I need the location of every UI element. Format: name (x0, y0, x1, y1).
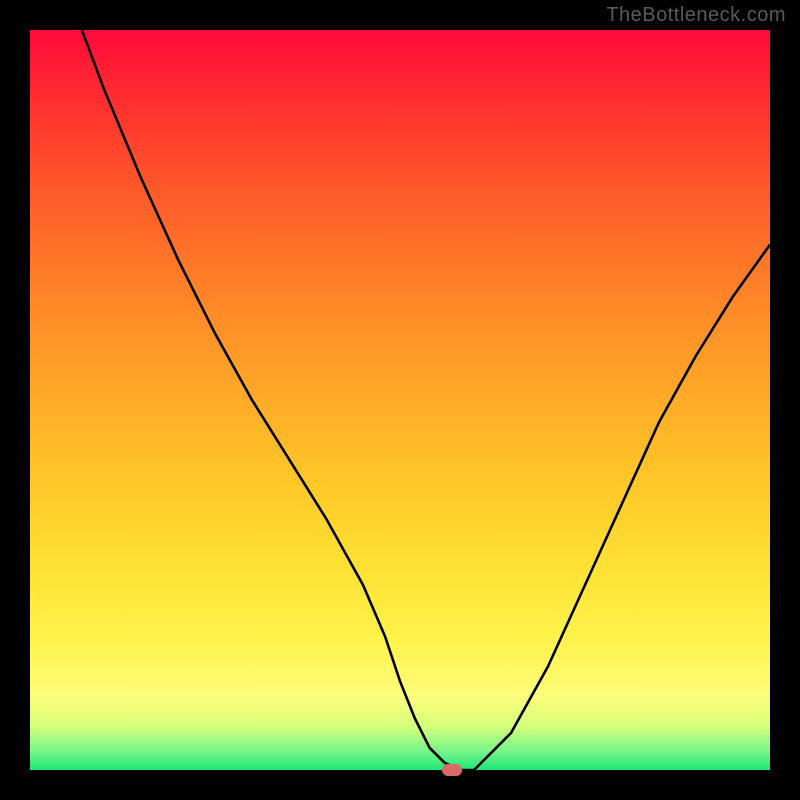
chart-frame: TheBottleneck.com (0, 0, 800, 800)
watermark-text: TheBottleneck.com (606, 4, 786, 27)
curve-path (82, 30, 770, 770)
minimum-marker (442, 764, 462, 776)
plot-area (30, 30, 770, 770)
curve-svg (30, 30, 770, 770)
